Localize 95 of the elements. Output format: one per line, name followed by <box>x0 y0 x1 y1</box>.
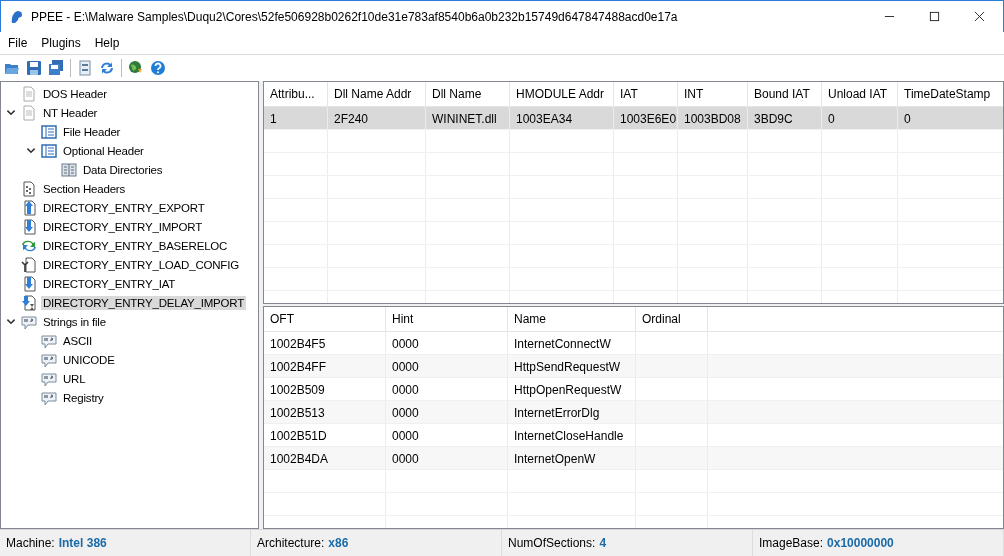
page-icon <box>21 85 37 102</box>
status-label: Architecture: <box>257 536 325 550</box>
table-cell: 1003EA34 <box>510 107 614 129</box>
refresh-icon[interactable] <box>99 60 115 76</box>
globe-download-icon[interactable] <box>128 60 144 76</box>
table-cell: 1003BD08 <box>678 107 748 129</box>
list-page-icon <box>21 180 37 197</box>
tree-item[interactable]: DIRECTORY_ENTRY_BASERELOC <box>41 238 230 253</box>
column-header[interactable]: INT <box>678 82 748 106</box>
tree-item[interactable]: DIRECTORY_ENTRY_DELAY_IMPORT <box>41 295 247 310</box>
down-arrow-page-icon <box>21 275 37 292</box>
tree-item[interactable]: DIRECTORY_ENTRY_EXPORT <box>41 200 207 215</box>
table-cell: 0 <box>822 107 898 129</box>
column-header[interactable]: Ordinal <box>636 307 708 331</box>
table-cell: InternetConnectW <box>514 337 611 351</box>
table-cell: 3BD9C <box>748 107 822 129</box>
tree-item[interactable]: URL <box>61 371 88 386</box>
status-value: Intel 386 <box>58 536 107 550</box>
table-cell: InternetOpenW <box>514 452 596 466</box>
column-header[interactable]: Bound IAT <box>748 82 822 106</box>
table-cell: HttpOpenRequestW <box>514 383 622 397</box>
wrench-page-icon <box>21 256 37 273</box>
tree-item[interactable]: File Header <box>61 124 123 139</box>
table-cell: 1002B513 <box>270 406 325 420</box>
tree-item[interactable]: UNICODE <box>61 352 117 367</box>
tree-item[interactable]: ASCII <box>61 333 95 348</box>
menu-item[interactable]: Help <box>94 36 120 50</box>
tree-item[interactable]: Section Headers <box>41 181 128 196</box>
speech-bubble-icon <box>41 370 57 387</box>
window-title: PPEE - E:\Malware Samples\Duqu2\Cores\52fe506928b0262f10de31e783af8540b6a0b232b15749d647847488acd0e17a <box>31 9 679 24</box>
tree-item[interactable]: NT Header <box>41 105 100 120</box>
tree-item[interactable]: Strings in file <box>41 314 108 329</box>
column-header[interactable]: IAT <box>614 82 678 106</box>
help-icon[interactable] <box>150 60 166 76</box>
table-cell: 0000 <box>392 429 419 443</box>
column-header[interactable]: TimeDateStamp <box>898 82 1003 106</box>
page-icon <box>21 104 37 121</box>
tree-item[interactable]: DIRECTORY_ENTRY_IAT <box>41 276 178 291</box>
tree-item[interactable]: DIRECTORY_ENTRY_IMPORT <box>41 219 204 234</box>
table-cell: 1003E6E0 <box>614 107 678 129</box>
status-value: 0x10000000 <box>827 536 894 550</box>
table-cell: 0000 <box>392 452 419 466</box>
table-cell: 1002B4FF <box>270 360 327 374</box>
table-cell: 0000 <box>392 383 419 397</box>
tree-item[interactable]: Optional Header <box>61 143 146 158</box>
maximize-icon[interactable] <box>929 11 940 22</box>
speech-bubble-icon <box>41 351 57 368</box>
tree-item[interactable]: Data Directories <box>81 162 165 177</box>
column-header[interactable]: Unload IAT <box>822 82 898 106</box>
table-row[interactable]: 1 2F240 WININET.dll 1003EA34 1003E6E0 1003BD08 3BD9C 0 0 <box>264 107 1003 130</box>
column-header[interactable]: Name <box>508 307 636 331</box>
close-icon[interactable] <box>974 11 985 22</box>
column-header[interactable]: Dll Name <box>426 82 510 106</box>
table-icon <box>41 142 57 159</box>
column-header[interactable]: HMODULE Addr <box>510 82 614 106</box>
tree-item[interactable]: DOS Header <box>41 86 109 101</box>
menu-item[interactable]: File <box>8 36 28 50</box>
app-icon <box>9 8 25 25</box>
table-cell: InternetErrorDlg <box>514 406 600 420</box>
column-header[interactable]: Attribu... <box>264 82 328 106</box>
grid-icon <box>61 161 77 178</box>
speech-bubble-icon <box>41 389 57 406</box>
table-cell: InternetCloseHandle <box>514 429 624 443</box>
status-value: x86 <box>328 536 349 550</box>
tree-item[interactable]: DIRECTORY_ENTRY_LOAD_CONFIG <box>41 257 241 272</box>
table-cell: 2F240 <box>328 107 426 129</box>
status-value: 4 <box>599 536 607 550</box>
hex-page-icon[interactable] <box>77 60 93 76</box>
table-cell: 0000 <box>392 406 419 420</box>
menu-item[interactable]: Plugins <box>41 36 81 50</box>
status-label: ImageBase: <box>759 536 824 550</box>
table-cell: WININET.dll <box>426 107 510 129</box>
speech-bubble-icon <box>21 313 37 330</box>
status-label: Machine: <box>6 536 55 550</box>
table-cell: HttpSendRequestW <box>514 360 621 374</box>
status-label: NumOfSections: <box>508 536 596 550</box>
column-header[interactable]: Hint <box>386 307 508 331</box>
table-cell: 1002B51D <box>270 429 327 443</box>
save-all-icon[interactable] <box>48 60 64 76</box>
table-cell: 0 <box>898 107 1003 129</box>
up-arrow-page-icon <box>21 199 37 216</box>
table-cell: 1002B4F5 <box>270 337 326 351</box>
column-header[interactable]: Dll Name Addr <box>328 82 426 106</box>
table-cell: 0000 <box>392 337 419 351</box>
tree-item[interactable]: Registry <box>61 390 106 405</box>
table-icon <box>41 123 57 140</box>
speech-bubble-icon <box>41 332 57 349</box>
table-cell: 0000 <box>392 360 419 374</box>
table-cell: 1002B4DA <box>270 452 329 466</box>
down-arrow-page-icon <box>21 218 37 235</box>
table-cell: 1 <box>264 107 328 129</box>
column-header[interactable]: OFT <box>264 307 386 331</box>
table-cell: 1002B509 <box>270 383 325 397</box>
save-icon[interactable] <box>26 60 42 76</box>
hourglass-page-icon <box>21 294 37 311</box>
